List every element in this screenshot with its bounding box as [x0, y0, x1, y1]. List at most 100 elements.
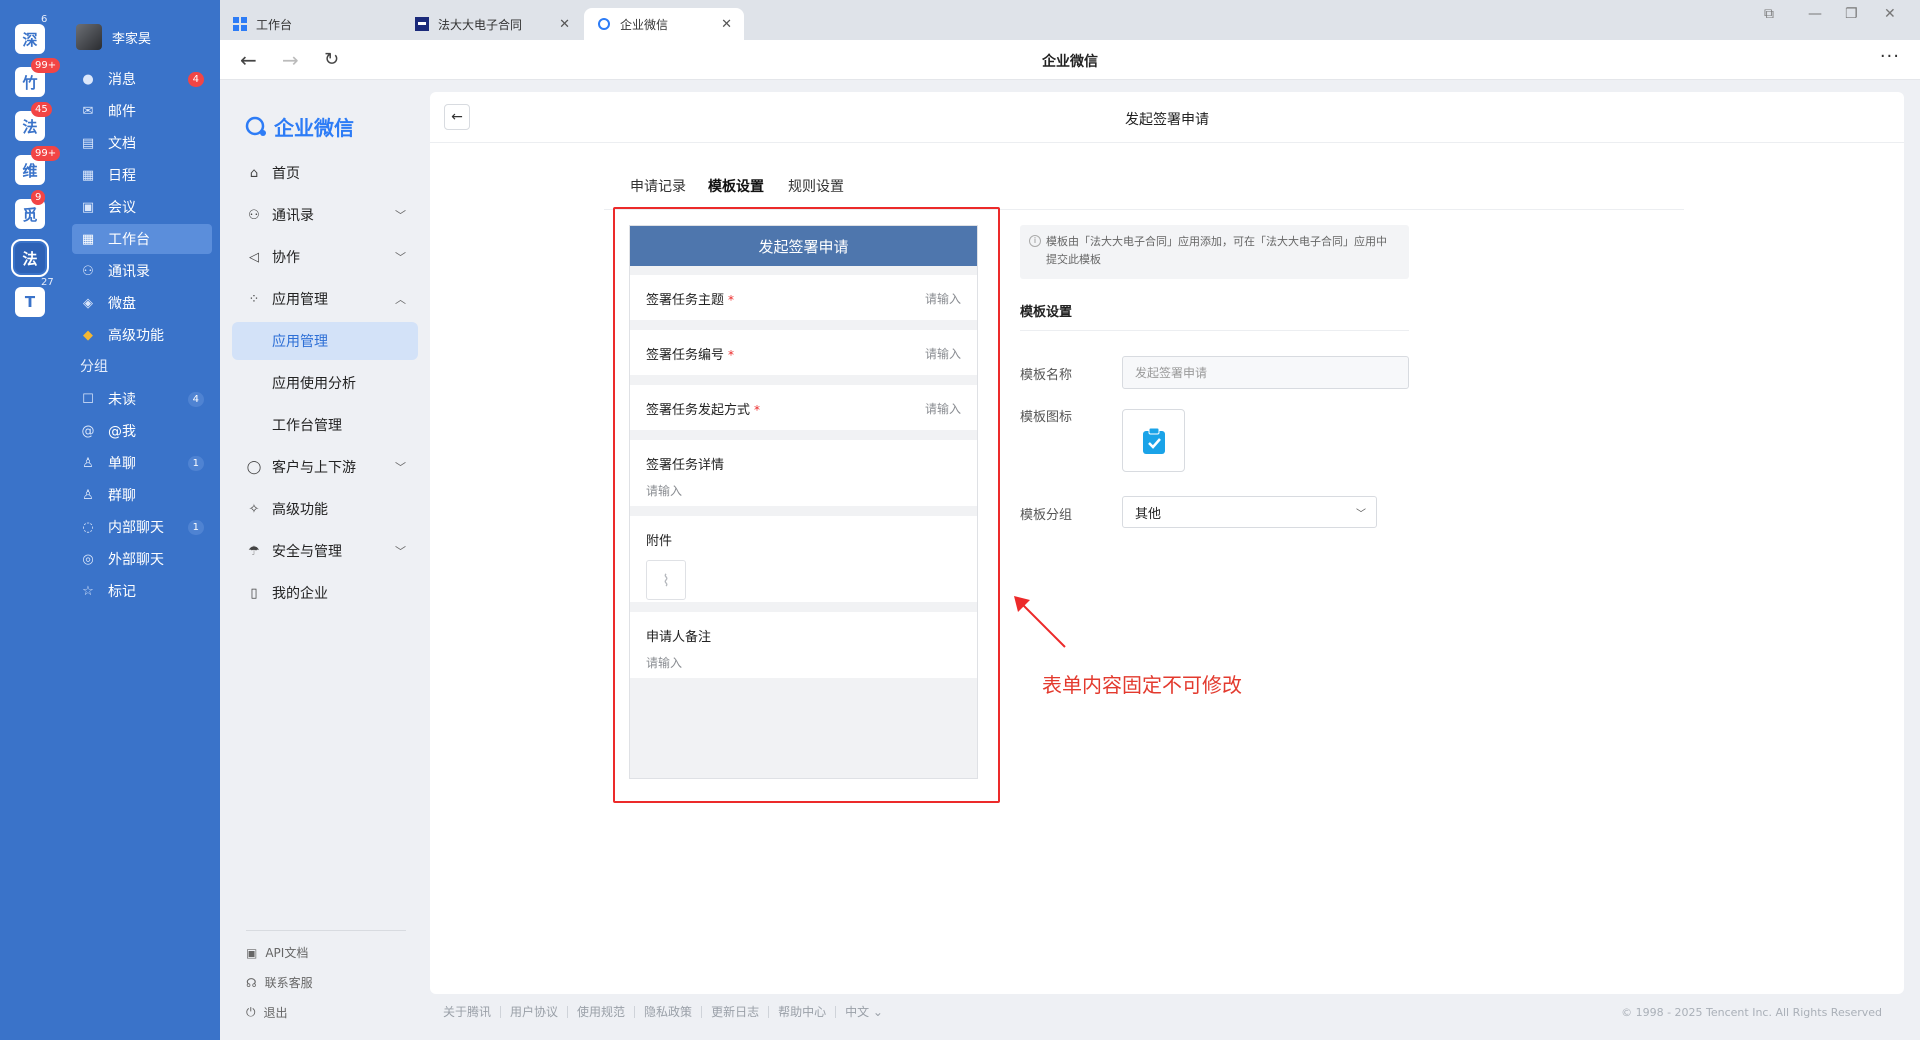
tab-application-records[interactable]: 申请记录 — [630, 176, 686, 196]
footer-link-usage[interactable]: 使用规范 — [568, 1006, 636, 1018]
messenger-item-meeting[interactable]: ▣ 会议 — [72, 192, 212, 222]
close-window-icon[interactable]: ✕ — [1884, 6, 1896, 22]
sidebar-subitem-app-management[interactable]: 应用管理 — [232, 322, 418, 360]
org-icon: ⚇ — [248, 207, 260, 223]
group-item-group[interactable]: ♙ 群聊 — [72, 480, 212, 510]
messenger-column: 李家昊 ● 消息 4 ✉ 邮件 ▤ 文档 ▦ 日程 ▣ 会议 ▦ 工作台 ⚇ 通讯录 ◈ 微盘 ◆… — [62, 0, 220, 1040]
person-icon: ♙ — [82, 455, 94, 471]
sidebar-item-advanced[interactable]: ✧ 高级功能 — [232, 490, 418, 528]
tab-workbench[interactable]: 工作台 — [220, 8, 400, 40]
messenger-item-docs[interactable]: ▤ 文档 — [72, 128, 212, 158]
advanced-icon: ✧ — [248, 501, 260, 517]
header-divider — [430, 142, 1904, 143]
footer-link-help[interactable]: 帮助中心 — [769, 1006, 837, 1018]
messenger-item-drive[interactable]: ◈ 微盘 — [72, 288, 212, 318]
template-icon-picker[interactable] — [1122, 409, 1185, 472]
rail-app-7[interactable]: T 27 — [15, 277, 54, 317]
user-profile[interactable]: 李家昊 — [76, 24, 151, 50]
api-docs-link[interactable]: ▣ API文档 — [246, 944, 308, 961]
support-link[interactable]: ☊ 联系客服 — [246, 974, 313, 991]
messenger-item-mail[interactable]: ✉ 邮件 — [72, 96, 212, 126]
footer-link-about[interactable]: 关于腾讯 — [443, 1006, 502, 1018]
footer-link-privacy[interactable]: 隐私政策 — [635, 1006, 703, 1018]
sidebar-item-app-management[interactable]: ⁘ 应用管理 ︿ — [232, 280, 418, 318]
sidebar-subitem-workbench-management[interactable]: 工作台管理 — [232, 406, 418, 444]
logout-link[interactable]: ⏻ 退出 — [246, 1004, 288, 1021]
footer-link-terms[interactable]: 用户协议 — [501, 1006, 569, 1018]
app-rail: 深6 竹 99+ 法 45 维 99+ 觅9 法 T 27 — [0, 0, 62, 1040]
messenger-item-advanced[interactable]: ◆ 高级功能 — [72, 320, 212, 350]
tab-fadada[interactable]: 法大大电子合同 ✕ — [402, 8, 582, 40]
preview-field-label-text: 签署任务编号 — [646, 348, 725, 363]
rail-app-4[interactable]: 维 99+ — [15, 146, 61, 185]
template-name-input[interactable]: 发起签署申请 — [1122, 356, 1409, 389]
messenger-item-label: 文档 — [108, 136, 136, 152]
preview-header: 发起签署申请 — [630, 226, 977, 266]
tab-template-settings[interactable]: 模板设置 — [708, 176, 764, 196]
rail-app-5[interactable]: 觅9 — [15, 190, 46, 229]
calendar-icon: ▦ — [81, 167, 95, 183]
messenger-item-workbench[interactable]: ▦ 工作台 — [72, 224, 212, 254]
group-item-internal[interactable]: ◌ 内部聊天 1 — [72, 512, 212, 542]
rail-app-label: 觅 — [22, 205, 38, 224]
paperclip-icon: ⌇ — [646, 560, 686, 600]
minimize-icon[interactable]: — — [1808, 6, 1822, 22]
language-select[interactable]: 中文 ⌄ — [836, 1006, 892, 1018]
rail-app-label: 维 — [22, 161, 38, 180]
template-group-value: 其他 — [1135, 506, 1162, 522]
sidebar-item-collaboration[interactable]: ◁ 协作 ﹀ — [232, 238, 418, 276]
page-title: 发起签署申请 — [1125, 112, 1209, 128]
rail-app-3[interactable]: 法 45 — [15, 102, 52, 141]
sidebar-item-home[interactable]: ⌂ 首页 — [232, 154, 418, 192]
group-item-unread[interactable]: ☐ 未读 4 — [72, 384, 212, 414]
group-item-single[interactable]: ♙ 单聊 1 — [72, 448, 212, 478]
restore-icon[interactable]: ❐ — [1845, 6, 1858, 22]
admin-sidebar: 企业微信 ⌂ 首页 ⚇ 通讯录 ﹀ ◁ 协作 ﹀ ⁘ 应用管理 ︿ 应用管理 应用使用分析 工… — [220, 80, 430, 1040]
bubble-icon: ◌ — [82, 519, 94, 535]
home-icon: ⌂ — [249, 165, 259, 181]
template-icon-label: 模板图标 — [1020, 410, 1073, 425]
page-caption: 企业微信 — [1042, 54, 1098, 70]
sidebar-subitem-usage-analysis[interactable]: 应用使用分析 — [232, 364, 418, 402]
preview-field-attachment: 附件 ⌇ — [630, 516, 977, 602]
rail-app-badge: 6 — [41, 14, 48, 25]
group-item-label: 群聊 — [108, 488, 136, 504]
contacts-icon: ⚇ — [82, 263, 94, 279]
tab-label: 工作台 — [256, 17, 293, 32]
group-item-label: 单聊 — [108, 456, 136, 472]
info-icon: i — [1029, 235, 1041, 247]
wecom-logo[interactable]: 企业微信 — [244, 112, 354, 141]
preview-field-details: 签署任务详情 请输入 — [630, 440, 977, 506]
rail-app-6[interactable]: 法 — [11, 239, 49, 277]
rail-app-2[interactable]: 竹 99+ — [15, 58, 61, 97]
more-menu-icon[interactable]: ··· — [1880, 46, 1900, 67]
close-icon[interactable]: ✕ — [721, 17, 732, 32]
messenger-item-messages[interactable]: ● 消息 4 — [72, 64, 212, 94]
tab-rule-settings[interactable]: 规则设置 — [788, 176, 844, 196]
template-group-select[interactable]: 其他 ﹀ — [1122, 496, 1377, 528]
sidebar-item-label: 首页 — [272, 166, 300, 182]
messenger-item-calendar[interactable]: ▦ 日程 — [72, 160, 212, 190]
pin-window-icon[interactable]: ⧉ — [1764, 6, 1774, 22]
footer-link-changelog[interactable]: 更新日志 — [702, 1006, 770, 1018]
group-title: 分组 — [80, 359, 108, 375]
preview-field-label: 签署任务编号 * — [646, 344, 734, 363]
rail-app-label: 深 — [22, 30, 38, 49]
messenger-item-label: 工作台 — [108, 232, 150, 248]
rail-app-1[interactable]: 深6 — [15, 14, 47, 54]
wecom-logo-icon — [596, 16, 612, 32]
sidebar-item-contacts[interactable]: ⚇ 通讯录 ﹀ — [232, 196, 418, 234]
count-badge: 1 — [187, 519, 204, 535]
group-item-mention[interactable]: @ @我 — [72, 416, 212, 446]
sidebar-item-customers[interactable]: ◯ 客户与上下游 ﹀ — [232, 448, 418, 486]
sidebar-item-security[interactable]: ☂ 安全与管理 ﹀ — [232, 532, 418, 570]
tab-wecom[interactable]: 企业微信 ✕ — [584, 8, 744, 40]
preview-field-number: 签署任务编号 * 请输入 — [630, 330, 977, 375]
logo-text: 企业微信 — [274, 116, 354, 140]
messenger-item-contacts[interactable]: ⚇ 通讯录 — [72, 256, 212, 286]
template-group-label: 模板分组 — [1020, 508, 1073, 523]
close-icon[interactable]: ✕ — [559, 17, 570, 32]
sidebar-item-my-company[interactable]: ▯ 我的企业 — [232, 574, 418, 612]
group-item-starred[interactable]: ☆ 标记 — [72, 576, 212, 606]
group-item-external[interactable]: ◎ 外部聊天 — [72, 544, 212, 574]
